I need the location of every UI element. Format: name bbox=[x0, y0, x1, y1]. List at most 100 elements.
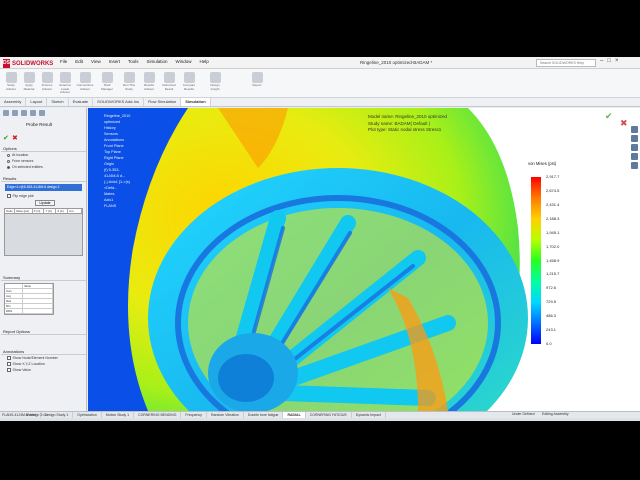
summary-header[interactable]: Summary bbox=[1, 274, 86, 281]
summary-section: Summary Value Sum Avg Max Min RMS bbox=[1, 274, 86, 317]
summary-row: RMS bbox=[5, 309, 53, 314]
status-selection: FLANS-41J4M-8 design 2<1> bbox=[2, 413, 49, 417]
results-icon bbox=[143, 72, 155, 83]
menu-insert[interactable]: Insert bbox=[109, 59, 120, 64]
view-palette-icon[interactable] bbox=[631, 153, 638, 160]
maximize-icon[interactable]: □ bbox=[607, 58, 611, 64]
window-controls: – □ × bbox=[600, 58, 618, 64]
tab-sketch[interactable]: Sketch bbox=[47, 98, 69, 106]
cmd-study-advisor[interactable]: Study Advisor bbox=[2, 72, 20, 91]
menu-simulation[interactable]: Simulation bbox=[147, 59, 168, 64]
status-under-defined: Under Defined bbox=[512, 412, 535, 416]
tree-item[interactable]: (-) Axis1 [1->(s) <Defa... bbox=[98, 179, 130, 191]
cmd-apply-material[interactable]: Apply Material bbox=[20, 72, 38, 91]
dimxpert-icon[interactable] bbox=[30, 110, 36, 116]
results-table-header: Node Value (psi) X (in) Y (in) Z (in) Cu… bbox=[5, 209, 82, 214]
shell-icon bbox=[101, 72, 113, 83]
compare-icon bbox=[183, 72, 195, 83]
cmd-design-insight[interactable]: Design Insight bbox=[206, 72, 224, 91]
summary-table: Value Sum Avg Max Min RMS bbox=[4, 283, 54, 315]
property-manager-icon[interactable] bbox=[12, 110, 18, 116]
tab-simulation[interactable]: Simulation bbox=[181, 98, 211, 106]
appearances-icon[interactable] bbox=[631, 162, 638, 169]
tab-assembly[interactable]: Assembly bbox=[0, 98, 27, 106]
tab-layout[interactable]: Layout bbox=[26, 98, 48, 106]
confirm-check-icon[interactable]: ✔ bbox=[605, 111, 613, 122]
ok-check-icon[interactable]: ✔ bbox=[3, 134, 9, 142]
cmd-deformed-result[interactable]: Deformed Result bbox=[160, 72, 178, 91]
menu-tools[interactable]: Tools bbox=[128, 59, 139, 64]
results-header[interactable]: Results bbox=[1, 175, 86, 182]
radio-icon bbox=[7, 159, 10, 163]
tab-evaluate[interactable]: Evaluate bbox=[69, 98, 94, 106]
tree-item[interactable]: (f) 5-353-41J4M-8 d... bbox=[98, 167, 130, 179]
checkbox-checked-icon bbox=[7, 362, 11, 366]
legend-tick-label: 1,702.0 bbox=[546, 243, 560, 249]
menu-help[interactable]: Help bbox=[200, 59, 209, 64]
legend-tick-label: 2,431.4 bbox=[546, 201, 560, 207]
fixtures-icon bbox=[41, 72, 53, 83]
options-header[interactable]: Options bbox=[1, 145, 86, 152]
legend-tick-label: 243.1 bbox=[546, 327, 557, 333]
cmd-shell-manager[interactable]: Shell Manager bbox=[98, 72, 116, 91]
graphics-area[interactable]: Ringeline_2010 optimized History Sensors… bbox=[88, 108, 640, 411]
tab-flow-simulation[interactable]: Flow Simulation bbox=[144, 98, 182, 106]
update-button[interactable]: Update bbox=[35, 200, 55, 206]
tab-addins[interactable]: SOLIDWORKS Add-Ins bbox=[93, 98, 144, 106]
feature-tree-icon[interactable] bbox=[3, 110, 9, 116]
menu-view[interactable]: View bbox=[91, 59, 101, 64]
radio-icon bbox=[7, 153, 10, 157]
feature-tree-list: Ringeline_2010 optimized History Sensors… bbox=[98, 113, 130, 209]
loads-icon bbox=[59, 72, 71, 83]
menu-window[interactable]: Window bbox=[176, 59, 192, 64]
deformed-icon bbox=[163, 72, 175, 83]
solidworks-window: DS SOLIDWORKS File Edit View Insert Tool… bbox=[0, 57, 640, 421]
cmd-connections[interactable]: Connections Advisor bbox=[76, 72, 94, 91]
screen: DS SOLIDWORKS File Edit View Insert Tool… bbox=[0, 0, 640, 480]
menu-edit[interactable]: Edit bbox=[75, 59, 83, 64]
legend-tick-label: 1,215.7 bbox=[546, 271, 560, 277]
cmd-results-advisor[interactable]: Results Advisor bbox=[140, 72, 158, 91]
cmd-report[interactable]: Report bbox=[248, 72, 266, 88]
cmd-external-loads[interactable]: External Loads Advisor bbox=[56, 72, 74, 95]
cmd-compare-results[interactable]: Compare Results bbox=[180, 72, 198, 91]
plot-info: Model name: Ringeline_2010 optimized Stu… bbox=[368, 114, 447, 134]
legend-tick-label: 972.6 bbox=[546, 285, 557, 291]
solidworks-logo[interactable]: DS SOLIDWORKS bbox=[3, 58, 53, 69]
status-bar bbox=[0, 418, 640, 421]
run-icon bbox=[123, 72, 135, 83]
task-pane-tabs bbox=[631, 126, 639, 171]
design-library-icon[interactable] bbox=[631, 135, 638, 142]
cmd-run-study[interactable]: Run This Study bbox=[120, 72, 138, 91]
command-tabs: Assembly Layout Sketch Evaluate SOLIDWOR… bbox=[0, 98, 640, 107]
close-icon[interactable]: × bbox=[615, 58, 619, 64]
show-value-option[interactable]: Show Value bbox=[1, 367, 86, 373]
exit-icon[interactable]: ✖ bbox=[620, 118, 628, 129]
tree-item[interactable]: Ringeline_2010 optimized bbox=[98, 113, 130, 125]
property-manager: Probe Result ✔ ✖ Options At location Fro… bbox=[0, 108, 87, 411]
option-selected-entities[interactable]: On selected entities bbox=[1, 164, 86, 170]
cmd-fixtures-advisor[interactable]: Fixtures Advisor bbox=[38, 72, 56, 91]
config-manager-icon[interactable] bbox=[21, 110, 27, 116]
report-icon bbox=[251, 72, 263, 83]
checkbox-checked-icon bbox=[7, 368, 11, 372]
report-options-header[interactable]: Report Options bbox=[1, 328, 86, 335]
ds-logo-icon: DS bbox=[3, 59, 10, 68]
search-input[interactable]: Search SOLIDWORKS Help bbox=[536, 59, 596, 67]
menu-file[interactable]: File bbox=[60, 59, 67, 64]
radio-selected-icon bbox=[7, 165, 10, 169]
tree-item[interactable]: FLANS bbox=[98, 203, 130, 209]
file-explorer-icon[interactable] bbox=[631, 144, 638, 151]
legend-tick-label: 2,917.7 bbox=[546, 174, 560, 179]
display-manager-icon[interactable] bbox=[39, 110, 45, 116]
minimize-icon[interactable]: – bbox=[600, 58, 603, 64]
hub-bore bbox=[218, 354, 274, 402]
result-selection-box[interactable]: Edge<1>@5-353-41J4M-8 design 2 bbox=[5, 184, 82, 191]
flip-edge-option[interactable]: Flip edge plot bbox=[1, 193, 86, 199]
legend-tick-label: 2,674.5 bbox=[546, 187, 560, 193]
annotations-header[interactable]: Annotations bbox=[1, 348, 86, 355]
results-section: Results Edge<1>@5-353-41J4M-8 design 2 F… bbox=[1, 175, 86, 258]
report-options-section: Report Options bbox=[1, 328, 86, 335]
resources-icon[interactable] bbox=[631, 126, 638, 133]
cancel-x-icon[interactable]: ✖ bbox=[12, 134, 18, 142]
